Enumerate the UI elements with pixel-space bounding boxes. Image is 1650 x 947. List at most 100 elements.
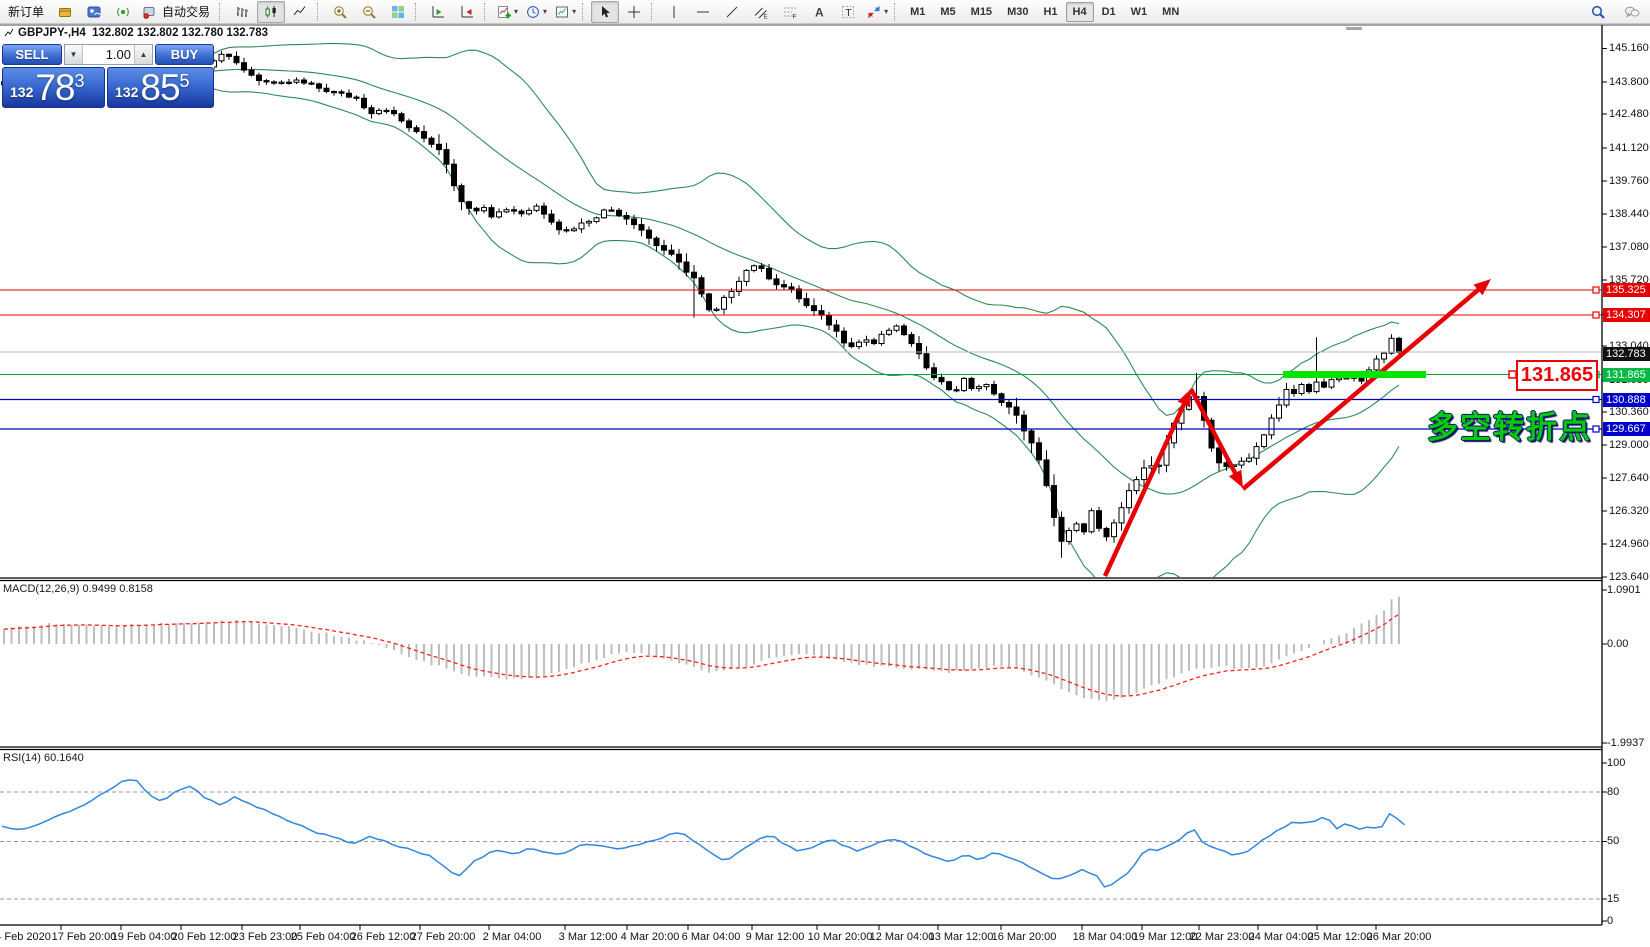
line-handle[interactable] (1593, 397, 1599, 403)
text-tool-button[interactable]: A (805, 1, 833, 23)
indicators-icon (496, 4, 512, 20)
zoom-in-button[interactable] (326, 1, 354, 23)
arrows-tool-icon (866, 4, 882, 20)
zoom-out-icon (361, 4, 377, 20)
horizontal-line-button[interactable] (689, 1, 717, 23)
macd-histogram (4, 597, 1399, 702)
templates-icon (554, 4, 570, 20)
timeframe-button-m30[interactable]: M30 (1000, 2, 1035, 22)
search-icon (1590, 4, 1606, 20)
chat-icon (1624, 4, 1640, 20)
timeframe-button-m1[interactable]: M1 (903, 2, 932, 22)
autotrade-robot-icon (141, 4, 157, 20)
fibonacci-button[interactable]: F (776, 1, 804, 23)
symbols-book-button[interactable] (51, 1, 79, 23)
buy-price-sup: 5 (180, 71, 190, 107)
auto-scroll-icon (430, 4, 446, 20)
timeframe-button-mn[interactable]: MN (1155, 2, 1186, 22)
periods-icon (525, 4, 541, 20)
chart-symbol-icon (4, 28, 14, 38)
bollinger-bands (19, 43, 1399, 597)
vertical-line-icon (666, 4, 682, 20)
dropdown-caret-icon[interactable]: ▾ (572, 8, 576, 16)
candlestick-chart-button[interactable] (257, 1, 285, 23)
line-chart-button[interactable] (286, 1, 314, 23)
toolbar-separator (317, 3, 323, 21)
timeframe-button-m15[interactable]: M15 (964, 2, 999, 22)
dropdown-caret-icon[interactable]: ▾ (543, 8, 547, 16)
price-badge-135.325: 135.325 (1603, 283, 1650, 297)
horizontal-level-lines[interactable] (0, 287, 1602, 432)
zoom-in-icon (332, 4, 348, 20)
volume-stepper[interactable]: ▼ ▲ (64, 44, 153, 65)
trendline-button[interactable] (718, 1, 746, 23)
indicators-button[interactable]: ▾ (493, 1, 521, 23)
buy-button[interactable]: BUY (155, 44, 214, 65)
chart-canvas[interactable] (0, 0, 1650, 947)
tile-windows-button[interactable] (384, 1, 412, 23)
timeframe-button-m5[interactable]: M5 (933, 2, 962, 22)
bar-chart-icon (234, 4, 250, 20)
toolbar-separator (582, 3, 588, 21)
line-handle[interactable] (1593, 287, 1599, 293)
templates-button[interactable]: ▾ (551, 1, 579, 23)
price-level-callout[interactable]: 131.865 (1516, 360, 1598, 391)
toolbar-separator (651, 3, 657, 21)
dropdown-caret-icon[interactable]: ▾ (514, 8, 518, 16)
chart-shift-button[interactable] (453, 1, 481, 23)
sell-price-big: 78 (35, 68, 74, 107)
arrows-tool-button[interactable]: ▾ (863, 1, 891, 23)
text-label-button[interactable]: T (834, 1, 862, 23)
toolbar-separator (415, 3, 421, 21)
dropdown-caret-icon[interactable]: ▾ (884, 8, 888, 16)
price-badge-129.667: 129.667 (1603, 422, 1650, 436)
signals-button[interactable] (109, 1, 137, 23)
zoom-out-button[interactable] (355, 1, 383, 23)
volume-input[interactable] (83, 45, 134, 64)
sell-price-sup: 3 (75, 71, 85, 107)
sell-price-display[interactable]: 132 78 3 (2, 67, 105, 108)
chat-button[interactable] (1618, 1, 1646, 23)
timeframe-button-h4[interactable]: H4 (1066, 2, 1094, 22)
tile-windows-icon (390, 4, 406, 20)
cursor-button[interactable] (591, 1, 619, 23)
crosshair-button[interactable] (620, 1, 648, 23)
volume-decrease-button[interactable]: ▼ (65, 45, 83, 64)
line-handle[interactable] (1593, 426, 1599, 432)
auto-scroll-button[interactable] (424, 1, 452, 23)
equidistant-channel-button[interactable]: E (747, 1, 775, 23)
periods-button[interactable]: ▾ (522, 1, 550, 23)
turning-point-annotation[interactable]: 多空转折点 (1427, 402, 1592, 447)
svg-text:A: A (815, 5, 824, 19)
market-watch-button[interactable] (80, 1, 108, 23)
buy-price-display[interactable]: 132 85 5 (107, 67, 214, 108)
new-order-button[interactable]: 新订单 (2, 1, 50, 23)
toolbar-separator (484, 3, 490, 21)
volume-increase-button[interactable]: ▲ (134, 45, 152, 64)
timeframe-button-d1[interactable]: D1 (1095, 2, 1123, 22)
cursor-icon (597, 4, 613, 20)
search-button[interactable] (1584, 1, 1612, 23)
main-toolbar: 新订单 自动交易 ▾ ▾ ▾ E F A T ▾ M1M5M15M30H1H4D1W1MN (0, 0, 1650, 24)
fibonacci-icon: F (782, 4, 798, 20)
svg-text:T: T (845, 7, 852, 19)
timeframe-button-w1[interactable]: W1 (1124, 2, 1155, 22)
vertical-line-button[interactable] (660, 1, 688, 23)
bar-chart-button[interactable] (228, 1, 256, 23)
horizontal-line-icon (695, 4, 711, 20)
candlestick-series (2, 51, 1402, 558)
toolbar-separator (219, 3, 225, 21)
buy-price-big: 85 (140, 68, 179, 107)
chart-title: GBPJPY-,H4 132.802 132.802 132.780 132.7… (4, 27, 268, 39)
svg-text:F: F (793, 13, 797, 20)
toolbar-right-group (1584, 1, 1646, 23)
price-badge-131.865: 131.865 (1603, 368, 1650, 382)
autotrade-robot-button[interactable]: 自动交易 (138, 1, 216, 23)
chart-scroll-thumb[interactable] (1346, 27, 1362, 30)
callout-anchor-handle[interactable] (1509, 371, 1516, 378)
timeframe-button-h1[interactable]: H1 (1036, 2, 1064, 22)
rsi-line (2, 780, 1405, 887)
sell-button[interactable]: SELL (2, 44, 62, 65)
price-badge-132.783: 132.783 (1603, 347, 1650, 361)
line-handle[interactable] (1593, 312, 1599, 318)
